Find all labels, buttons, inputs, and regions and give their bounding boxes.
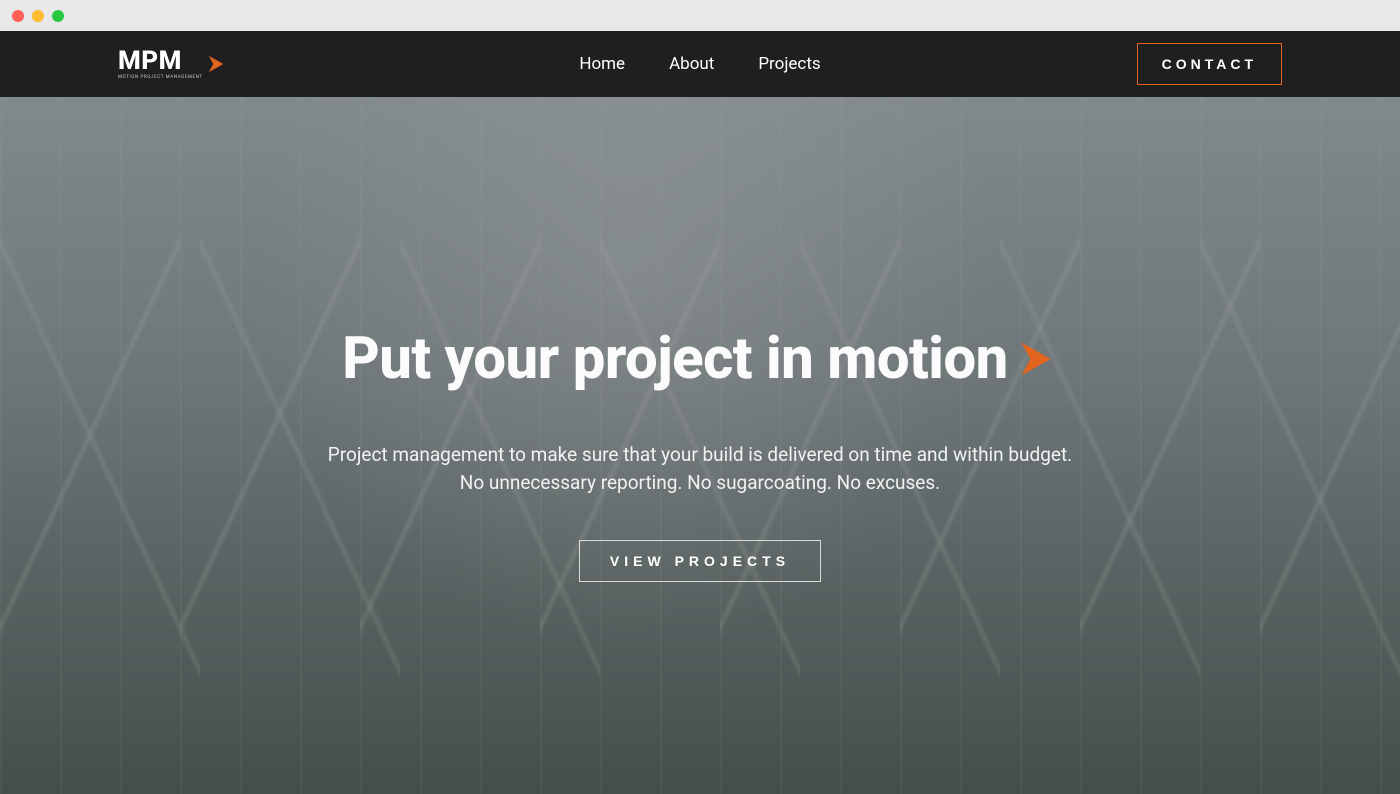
chevron-right-icon	[205, 53, 227, 75]
contact-button[interactable]: CONTACT	[1137, 43, 1282, 85]
hero-title-row: Put your project in motion	[342, 325, 1058, 393]
window-maximize-button[interactable]	[52, 10, 64, 22]
hero-title: Put your project in motion	[342, 325, 1008, 393]
nav-link-about[interactable]: About	[669, 54, 714, 74]
logo-text: MPM	[118, 48, 203, 74]
nav-link-home[interactable]: Home	[579, 54, 625, 74]
primary-nav: Home About Projects	[579, 54, 820, 74]
chevron-right-icon	[1014, 337, 1058, 381]
site-header: MPM MOTION PROJECT MANAGEMENT Home About…	[0, 31, 1400, 97]
nav-link-projects[interactable]: Projects	[758, 54, 820, 74]
view-projects-button[interactable]: VIEW PROJECTS	[579, 540, 821, 582]
hero-section: Put your project in motion Project manag…	[0, 97, 1400, 794]
window-close-button[interactable]	[12, 10, 24, 22]
logo-subtext: MOTION PROJECT MANAGEMENT	[118, 76, 203, 81]
hero-subtitle: Project management to make sure that you…	[328, 441, 1072, 496]
hero-subtitle-line1: Project management to make sure that you…	[328, 443, 1072, 466]
hero-subtitle-line2: No unnecessary reporting. No sugarcoatin…	[460, 471, 940, 494]
window-minimize-button[interactable]	[32, 10, 44, 22]
site-logo[interactable]: MPM MOTION PROJECT MANAGEMENT	[118, 48, 227, 81]
window-titlebar	[0, 0, 1400, 31]
